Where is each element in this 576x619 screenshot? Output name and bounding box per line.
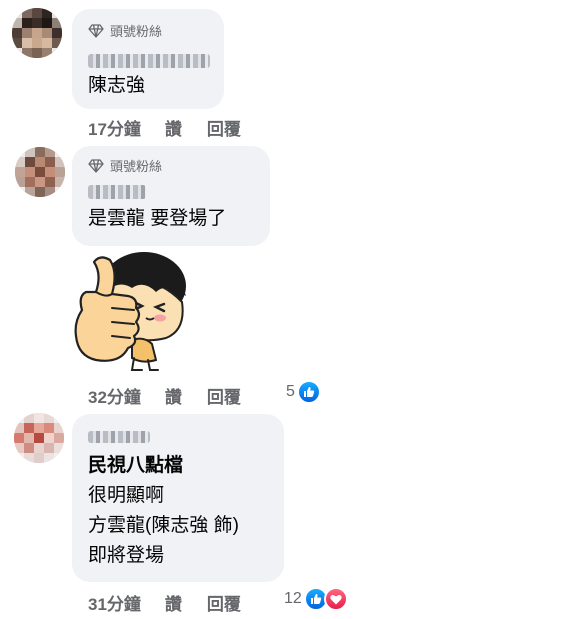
comment-actions: 32分鐘 讚 回覆 (88, 383, 241, 408)
reaction-count: 5 (286, 383, 295, 400)
comment-bubble: 頭號粉絲 是雲龍 要登場了 (72, 146, 270, 246)
top-fan-badge[interactable]: 頭號粉絲 (88, 156, 162, 175)
comment-bubble: 民視八點檔 很明顯啊 方雲龍(陳志強 飾) 即將登場 (72, 414, 284, 582)
avatar[interactable] (15, 147, 65, 197)
comment-text: 陳志強 (88, 75, 146, 96)
timestamp[interactable]: 31分鐘 (88, 590, 141, 615)
comment-bubble: 頭號粉絲 陳志強 (72, 9, 224, 109)
like-icon (296, 380, 321, 404)
like-button[interactable]: 讚 (165, 590, 182, 615)
like-button[interactable]: 讚 (165, 383, 182, 408)
sticker-blush (154, 314, 166, 322)
reply-button[interactable]: 回覆 (207, 383, 241, 408)
reaction-summary[interactable]: 12 (284, 587, 348, 611)
love-icon (323, 587, 348, 611)
comment-text-line: 民視八點檔 (88, 455, 184, 476)
commenter-name[interactable] (88, 431, 150, 443)
top-fan-badge[interactable]: 頭號粉絲 (88, 21, 162, 40)
timestamp[interactable]: 32分鐘 (88, 383, 141, 408)
badge-label: 頭號粉絲 (110, 24, 163, 39)
reply-button[interactable]: 回覆 (207, 590, 241, 615)
avatar[interactable] (12, 8, 62, 58)
commenter-name[interactable] (88, 54, 210, 68)
like-button[interactable]: 讚 (165, 115, 182, 140)
reply-button[interactable]: 回覆 (207, 115, 241, 140)
comment-actions: 17分鐘 讚 回覆 (88, 115, 241, 140)
badge-label: 頭號粉絲 (110, 159, 163, 174)
diamond-icon (88, 158, 104, 173)
reaction-count: 12 (284, 590, 302, 607)
comment-actions: 31分鐘 讚 回覆 (88, 590, 241, 615)
comment-text: 是雲龍 要登場了 (88, 208, 227, 229)
comment-text-line: 很明顯啊 (88, 485, 165, 506)
reaction-summary[interactable]: 5 (286, 380, 321, 404)
comment-text-line: 即將登場 (88, 545, 165, 566)
avatar[interactable] (14, 413, 64, 463)
diamond-icon (88, 23, 104, 38)
commenter-name[interactable] (88, 185, 146, 199)
comment-text-line: 方雲龍(陳志強 飾) (88, 515, 239, 536)
timestamp[interactable]: 17分鐘 (88, 115, 141, 140)
thumbs-up-sticker[interactable] (72, 252, 192, 374)
